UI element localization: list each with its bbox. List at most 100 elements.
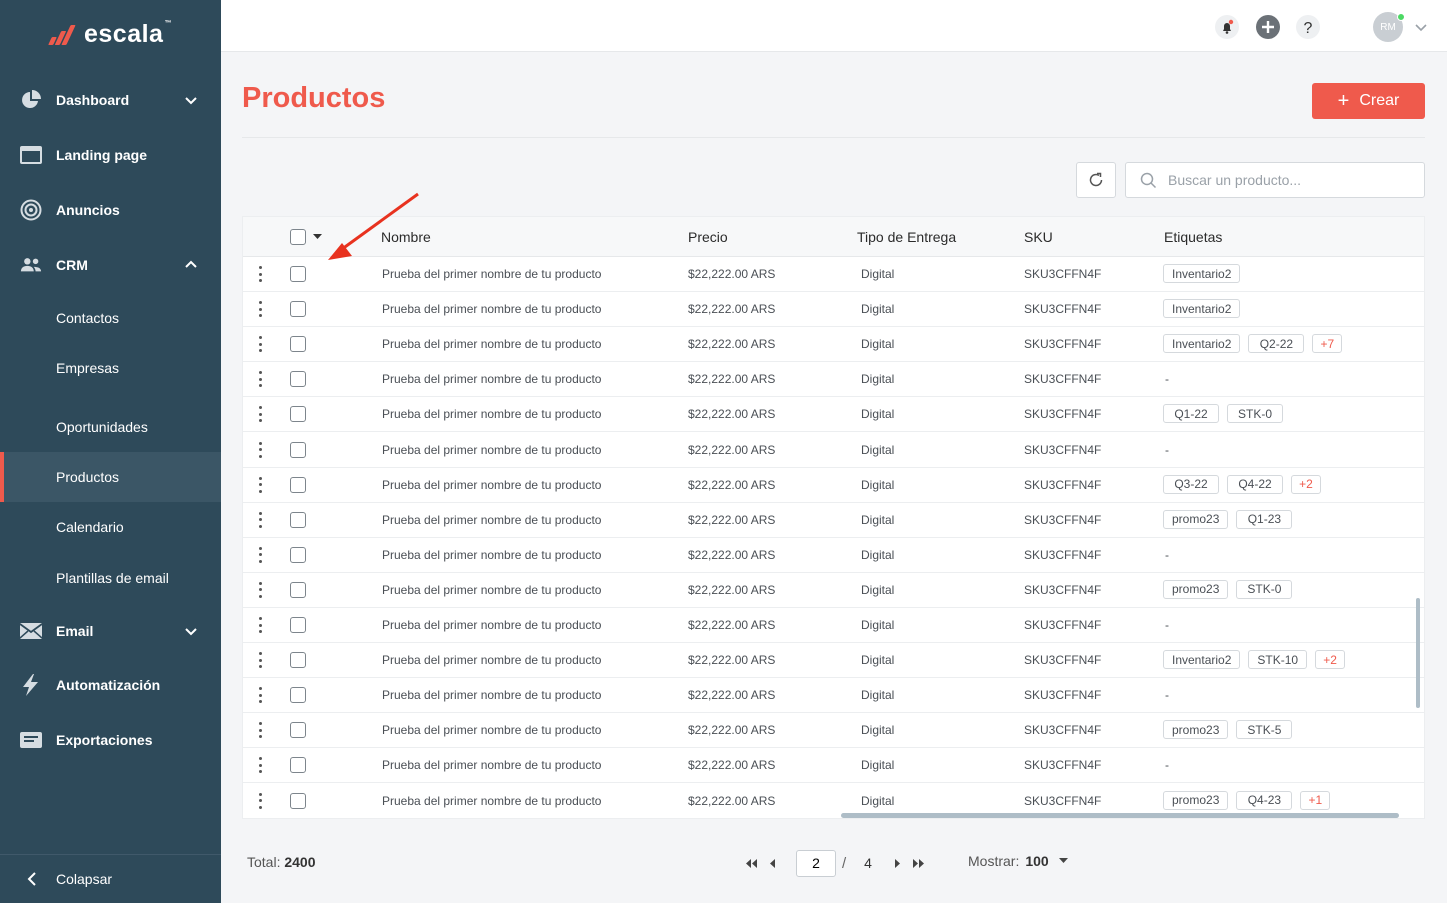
sidebar-item-automatizacion[interactable]: Automatización — [0, 663, 221, 707]
table-row[interactable]: Prueba del primer nombre de tu producto $… — [243, 503, 1424, 538]
help-icon[interactable]: ? — [1295, 14, 1321, 40]
product-name[interactable]: Prueba del primer nombre de tu producto — [382, 267, 601, 281]
tag-badge[interactable]: promo23 — [1163, 720, 1229, 740]
tag-badge[interactable]: Q3-22 — [1163, 474, 1219, 494]
vertical-scrollbar[interactable] — [1416, 598, 1420, 708]
chevron-down-icon[interactable] — [183, 92, 199, 108]
page-number-input[interactable] — [796, 849, 836, 877]
product-name[interactable]: Prueba del primer nombre de tu producto — [382, 618, 601, 632]
row-checkbox[interactable] — [290, 371, 306, 388]
prev-page-button[interactable] — [762, 852, 784, 874]
row-menu-icon[interactable] — [255, 441, 265, 458]
row-menu-icon[interactable] — [255, 792, 265, 809]
column-header-precio[interactable]: Precio — [688, 229, 728, 245]
horizontal-scrollbar[interactable] — [841, 813, 1399, 818]
product-name[interactable]: Prueba del primer nombre de tu producto — [382, 372, 601, 386]
row-checkbox[interactable] — [290, 336, 306, 353]
tag-badge[interactable]: Inventario2 — [1163, 264, 1241, 283]
row-menu-icon[interactable] — [255, 406, 265, 423]
tag-badge[interactable]: STK-10 — [1248, 650, 1308, 670]
row-checkbox[interactable] — [290, 511, 306, 528]
row-checkbox[interactable] — [290, 546, 306, 563]
tag-badge[interactable]: Inventario2 — [1163, 334, 1241, 354]
column-header-sku[interactable]: SKU — [1024, 229, 1053, 245]
row-menu-icon[interactable] — [255, 546, 265, 563]
row-menu-icon[interactable] — [255, 722, 265, 739]
row-checkbox[interactable] — [290, 266, 306, 282]
product-name[interactable]: Prueba del primer nombre de tu producto — [382, 337, 601, 351]
chevron-up-icon[interactable] — [183, 257, 199, 273]
table-row[interactable]: Prueba del primer nombre de tu producto $… — [243, 608, 1424, 643]
create-product-button[interactable]: + Crear — [1312, 83, 1425, 119]
product-name[interactable]: Prueba del primer nombre de tu producto — [382, 548, 601, 562]
table-row[interactable]: Prueba del primer nombre de tu producto $… — [243, 643, 1424, 679]
row-checkbox[interactable] — [290, 301, 306, 318]
sidebar-item-email[interactable]: Email — [0, 609, 221, 653]
plus-circle-icon[interactable] — [1255, 14, 1281, 40]
table-row[interactable]: Prueba del primer nombre de tu producto $… — [243, 538, 1424, 573]
search-input[interactable] — [1168, 163, 1418, 197]
product-name[interactable]: Prueba del primer nombre de tu producto — [382, 478, 601, 492]
table-row[interactable]: Prueba del primer nombre de tu producto $… — [243, 292, 1424, 328]
product-name[interactable]: Prueba del primer nombre de tu producto — [382, 583, 601, 597]
caret-down-icon[interactable] — [313, 234, 322, 240]
product-name[interactable]: Prueba del primer nombre de tu producto — [382, 443, 601, 457]
row-menu-icon[interactable] — [255, 652, 265, 669]
sidebar-item-oportunidades[interactable]: Oportunidades — [0, 402, 221, 452]
product-name[interactable]: Prueba del primer nombre de tu producto — [382, 794, 601, 808]
sidebar-item-anuncios[interactable]: Anuncios — [0, 188, 221, 232]
select-all-checkbox[interactable] — [290, 229, 306, 245]
row-checkbox[interactable] — [290, 757, 306, 774]
table-row[interactable]: Prueba del primer nombre de tu producto $… — [243, 362, 1424, 398]
table-row[interactable]: Prueba del primer nombre de tu producto $… — [243, 257, 1424, 292]
row-menu-icon[interactable] — [255, 371, 265, 388]
tag-badge[interactable]: Inventario2 — [1163, 299, 1241, 319]
table-row[interactable]: Prueba del primer nombre de tu producto $… — [243, 327, 1424, 363]
row-checkbox[interactable] — [290, 406, 306, 423]
bell-icon[interactable] — [1214, 14, 1240, 40]
row-menu-icon[interactable] — [255, 687, 265, 704]
product-name[interactable]: Prueba del primer nombre de tu producto — [382, 688, 601, 702]
page-size-select[interactable]: Mostrar: 100 — [968, 853, 1068, 869]
more-tags-badge[interactable]: +7 — [1312, 334, 1343, 354]
product-name[interactable]: Prueba del primer nombre de tu producto — [382, 653, 601, 667]
row-menu-icon[interactable] — [255, 581, 265, 598]
tag-badge[interactable]: Q1-23 — [1236, 509, 1293, 529]
tag-badge[interactable]: STK-0 — [1236, 579, 1293, 599]
table-row[interactable]: Prueba del primer nombre de tu producto $… — [243, 433, 1424, 468]
row-checkbox[interactable] — [290, 722, 306, 739]
table-row[interactable]: Prueba del primer nombre de tu producto $… — [243, 397, 1424, 433]
row-menu-icon[interactable] — [255, 757, 265, 774]
first-page-button[interactable] — [740, 852, 762, 874]
tag-badge[interactable]: STK-5 — [1236, 720, 1293, 740]
refresh-button[interactable] — [1076, 162, 1116, 198]
tag-badge[interactable]: promo23 — [1163, 579, 1229, 599]
table-row[interactable]: Prueba del primer nombre de tu producto $… — [243, 573, 1424, 608]
row-checkbox[interactable] — [290, 476, 306, 493]
table-row[interactable]: Prueba del primer nombre de tu producto $… — [243, 678, 1424, 714]
row-checkbox[interactable] — [290, 792, 306, 809]
row-menu-icon[interactable] — [255, 617, 265, 633]
column-header-nombre[interactable]: Nombre — [381, 229, 431, 245]
sidebar-item-empresas[interactable]: Empresas — [0, 343, 221, 393]
table-row[interactable]: Prueba del primer nombre de tu producto $… — [243, 748, 1424, 784]
row-menu-icon[interactable] — [255, 266, 265, 282]
row-menu-icon[interactable] — [255, 301, 265, 318]
row-menu-icon[interactable] — [255, 336, 265, 353]
row-checkbox[interactable] — [290, 652, 306, 669]
sidebar-item-crm[interactable]: CRM — [0, 243, 221, 287]
column-header-tipo-entrega[interactable]: Tipo de Entrega — [857, 229, 956, 245]
tag-badge[interactable]: Q1-22 — [1163, 404, 1219, 424]
collapse-sidebar-button[interactable]: Colapsar — [0, 854, 221, 903]
tag-badge[interactable]: STK-0 — [1227, 404, 1283, 424]
tag-badge[interactable]: Inventario2 — [1163, 650, 1241, 670]
product-name[interactable]: Prueba del primer nombre de tu producto — [382, 758, 601, 772]
tag-badge[interactable]: Q4-22 — [1227, 474, 1283, 494]
more-tags-badge[interactable]: +2 — [1315, 650, 1346, 670]
row-checkbox[interactable] — [290, 441, 306, 458]
sidebar-item-landing-page[interactable]: Landing page — [0, 133, 221, 177]
row-menu-icon[interactable] — [255, 476, 265, 493]
tag-badge[interactable]: promo23 — [1163, 790, 1229, 810]
row-checkbox[interactable] — [290, 617, 306, 633]
product-name[interactable]: Prueba del primer nombre de tu producto — [382, 407, 601, 421]
